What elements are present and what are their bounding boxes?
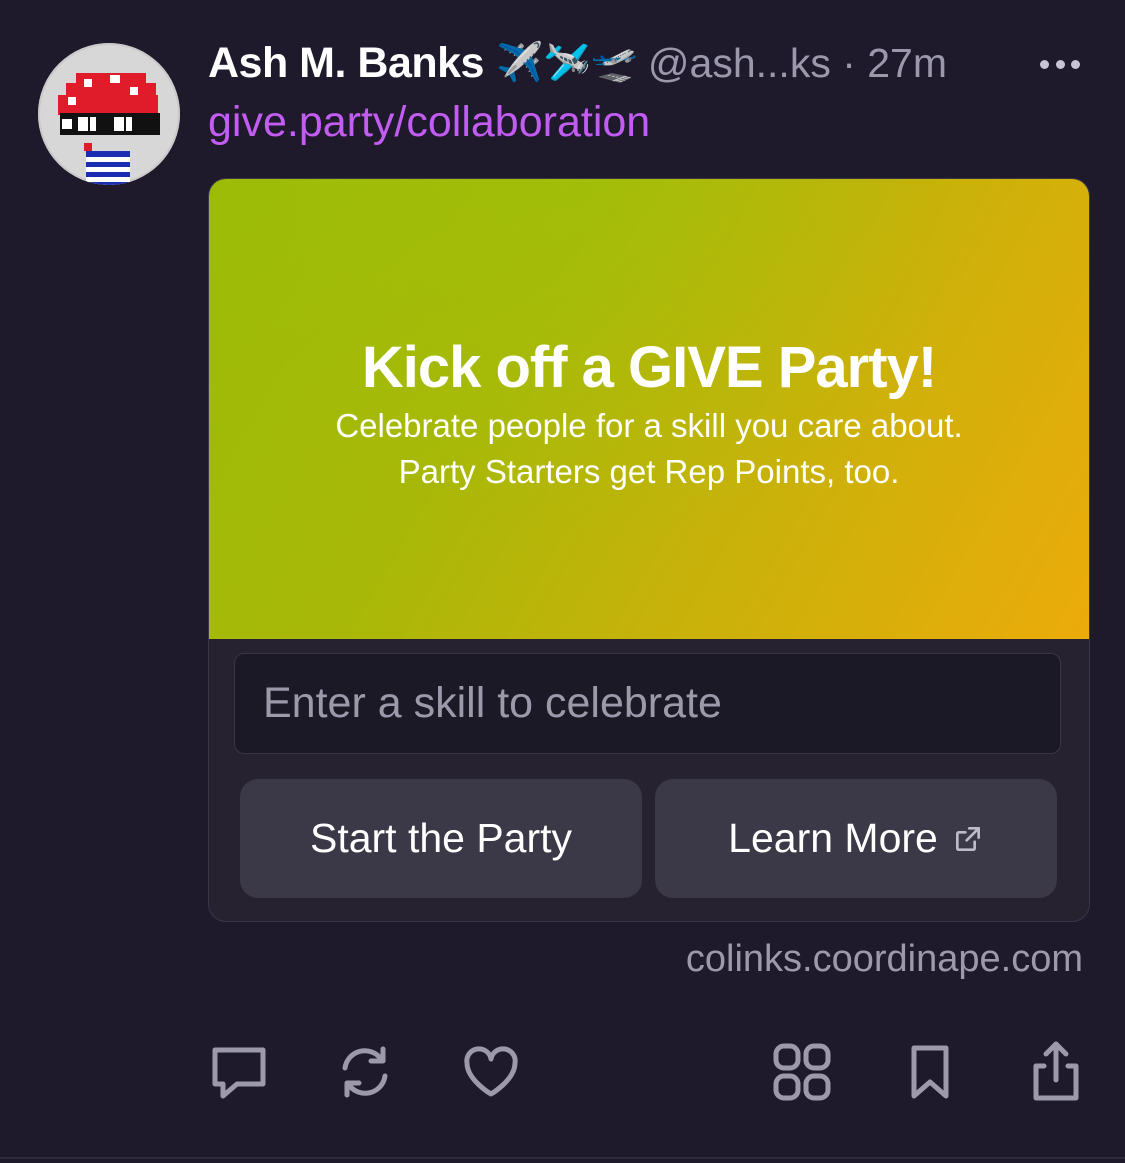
frame-domain[interactable]: colinks.coordinape.com bbox=[686, 938, 1083, 981]
post-header: Ash M. Banks ✈️🛩️🛫 @ash...ks · 27m bbox=[208, 30, 1085, 96]
post-link[interactable]: give.party/collaboration bbox=[208, 98, 650, 147]
hero-title: Kick off a GIVE Party! bbox=[361, 335, 937, 400]
frame-card: Kick off a GIVE Party! Celebrate people … bbox=[208, 178, 1090, 922]
skill-input[interactable]: Enter a skill to celebrate bbox=[234, 653, 1061, 754]
hero-subtitle-line-1: Celebrate people for a skill you care ab… bbox=[335, 407, 963, 444]
start-party-button[interactable]: Start the Party bbox=[240, 779, 642, 898]
avatar[interactable] bbox=[38, 43, 180, 185]
hero-banner[interactable]: Kick off a GIVE Party! Celebrate people … bbox=[209, 179, 1089, 639]
pixel-mushroom-avatar-icon bbox=[58, 73, 160, 185]
hero-subtitle: Celebrate people for a skill you care ab… bbox=[209, 403, 1089, 495]
author-emoji: ✈️🛩️🛫 bbox=[495, 42, 638, 84]
author-name[interactable]: Ash M. Banks bbox=[208, 39, 484, 88]
share-icon[interactable] bbox=[1024, 1040, 1088, 1104]
external-link-icon bbox=[955, 826, 980, 851]
divider bbox=[0, 1157, 1125, 1159]
bookmark-icon[interactable] bbox=[898, 1040, 962, 1104]
recast-icon[interactable] bbox=[333, 1040, 397, 1104]
comment-icon[interactable] bbox=[207, 1040, 271, 1104]
apps-icon[interactable] bbox=[770, 1040, 834, 1104]
more-horizontal-icon[interactable] bbox=[1040, 44, 1080, 84]
start-party-label: Start the Party bbox=[309, 815, 573, 861]
learn-more-button[interactable]: Learn More bbox=[655, 779, 1057, 898]
hero-subtitle-line-2: Party Starters get Rep Points, too. bbox=[398, 453, 900, 490]
like-icon[interactable] bbox=[459, 1040, 523, 1104]
learn-more-label: Learn More bbox=[728, 815, 938, 861]
author-handle-time[interactable]: @ash...ks · 27m bbox=[648, 40, 947, 87]
